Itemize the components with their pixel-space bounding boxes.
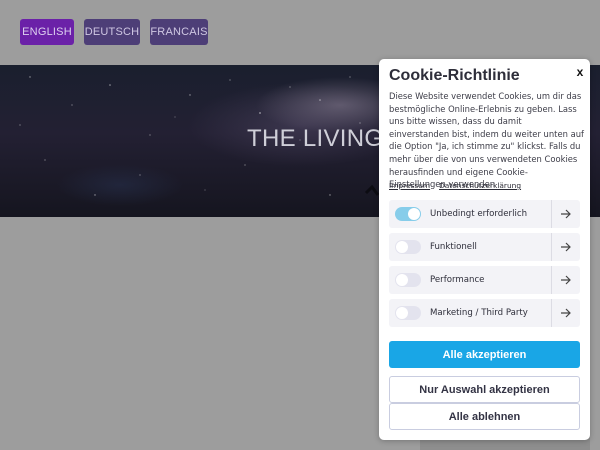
- toggle-necessary[interactable]: [395, 207, 421, 221]
- toggle-marketing[interactable]: [395, 306, 421, 320]
- privacy-policy-link[interactable]: Datenschutzerklärung: [439, 181, 521, 190]
- language-button-deutsch[interactable]: DEUTSCH: [84, 19, 140, 45]
- arrow-right-icon[interactable]: [551, 233, 580, 261]
- toggle-knob: [396, 307, 408, 319]
- cookie-consent-dialog: Cookie-Richtlinie x Diese Website verwen…: [379, 59, 590, 440]
- toggle-functional[interactable]: [395, 240, 421, 254]
- cookie-description: Diese Website verwendet Cookies, um dir …: [389, 91, 584, 190]
- toggle-performance[interactable]: [395, 273, 421, 287]
- cookie-categories: Unbedingt erforderlich Funktionell Perfo…: [389, 200, 580, 332]
- toggle-knob: [396, 241, 408, 253]
- category-row-marketing: Marketing / Third Party: [389, 299, 580, 327]
- accept-selection-button[interactable]: Nur Auswahl akzeptieren: [389, 376, 580, 403]
- language-button-english[interactable]: ENGLISH: [20, 19, 74, 45]
- reject-all-button[interactable]: Alle ablehnen: [389, 403, 580, 430]
- arrow-right-icon[interactable]: [551, 266, 580, 294]
- toggle-knob: [408, 208, 420, 220]
- close-icon[interactable]: x: [574, 65, 586, 79]
- category-row-functional: Funktionell: [389, 233, 580, 261]
- arrow-right-icon[interactable]: [551, 299, 580, 327]
- accept-all-button[interactable]: Alle akzeptieren: [389, 341, 580, 368]
- category-row-performance: Performance: [389, 266, 580, 294]
- category-row-necessary: Unbedingt erforderlich: [389, 200, 580, 228]
- category-label: Unbedingt erforderlich: [430, 209, 528, 219]
- language-button-francais[interactable]: FRANCAIS: [150, 19, 208, 45]
- cookie-dialog-title: Cookie-Richtlinie: [389, 67, 520, 84]
- category-label: Funktionell: [430, 242, 477, 252]
- category-label: Performance: [430, 275, 485, 285]
- toggle-knob: [396, 274, 408, 286]
- cookie-links: Impressum Datenschutzerklärung: [389, 181, 521, 190]
- category-label: Marketing / Third Party: [430, 308, 528, 318]
- imprint-link[interactable]: Impressum: [389, 181, 430, 190]
- arrow-right-icon[interactable]: [551, 200, 580, 228]
- language-switcher: ENGLISH DEUTSCH FRANCAIS: [20, 19, 208, 45]
